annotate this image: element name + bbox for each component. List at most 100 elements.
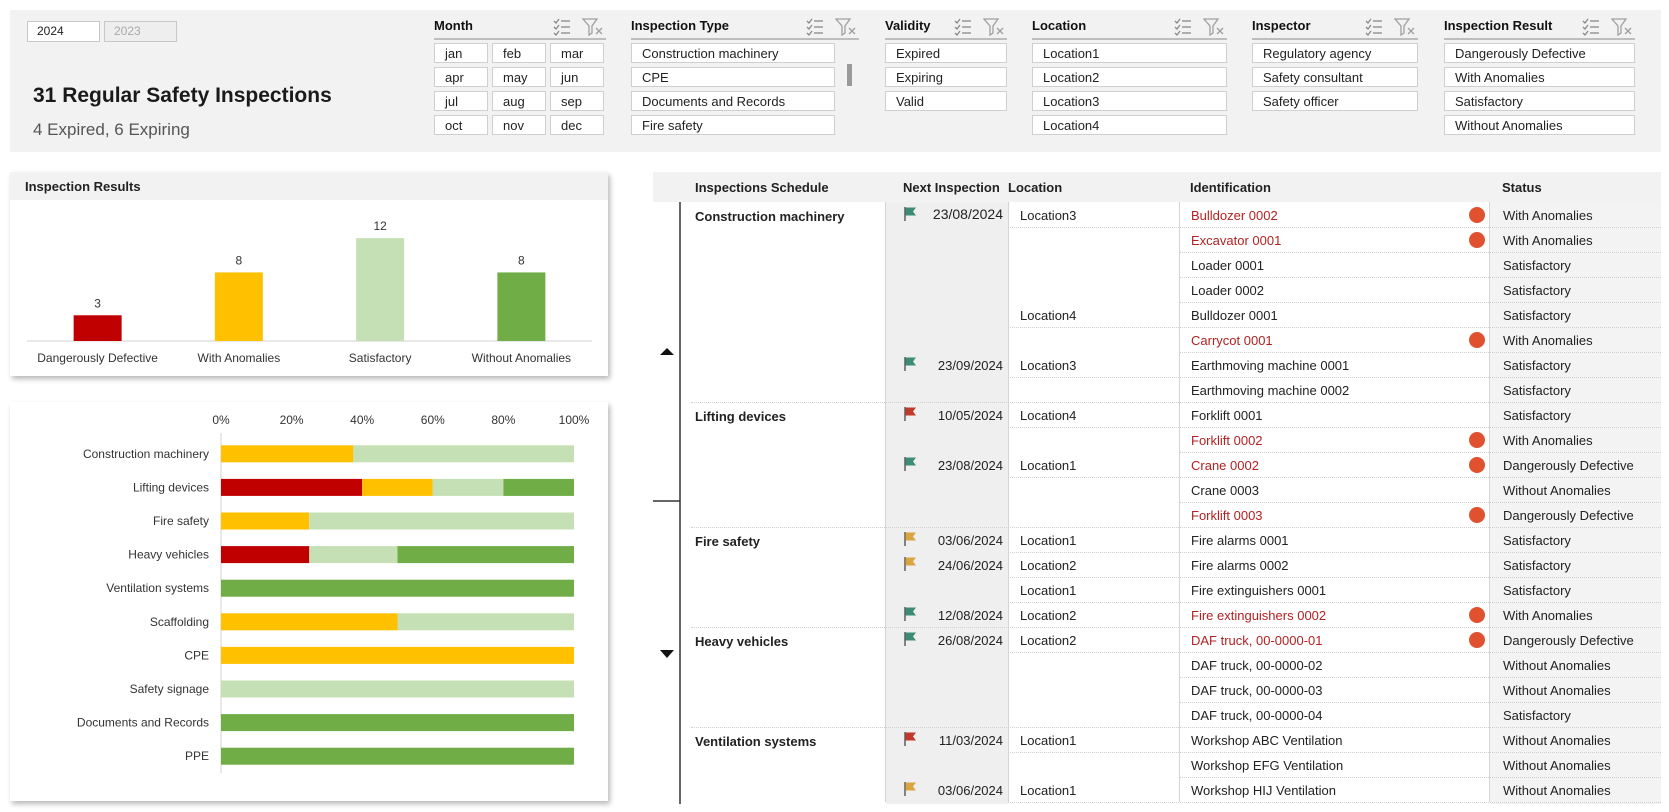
slicer-item[interactable]: jul — [434, 91, 488, 111]
identification-cell: Workshop EFG Ventilation — [1191, 758, 1344, 773]
clear-filter-icon[interactable] — [1393, 17, 1415, 37]
slicer-title: Location — [1032, 18, 1087, 33]
table-row[interactable]: Forklift 0003 Dangerously Defective — [885, 502, 1661, 527]
table-row[interactable]: Loader 0001 Satisfactory — [885, 252, 1661, 277]
identification-cell: Fire extinguishers 0002 — [1191, 608, 1327, 623]
slicer-item[interactable]: aug — [492, 91, 546, 111]
slicer-item[interactable]: Safety officer — [1252, 91, 1418, 111]
multi-select-icon[interactable] — [805, 17, 825, 37]
slicer-item[interactable]: feb — [492, 43, 546, 63]
results-panel-title: Inspection Results — [25, 179, 141, 194]
header-next-inspection: Next Inspection — [903, 180, 1000, 195]
table-row[interactable]: Location1 Fire extinguishers 0001 Satisfac… — [885, 577, 1661, 602]
slicer-item[interactable]: Safety consultant — [1252, 67, 1418, 87]
table-row[interactable]: Earthmoving machine 0002 Satisfactory — [885, 377, 1661, 402]
x-tick-label: 80% — [491, 413, 515, 427]
identification-cell: Bulldozer 0001 — [1191, 308, 1278, 323]
flag-icon — [903, 731, 917, 750]
slicer-scrollbar[interactable] — [847, 64, 852, 86]
table-row[interactable]: Excavator 0001 With Anomalies — [885, 227, 1661, 252]
kpi-subtitle: 4 Expired, 6 Expiring — [33, 120, 190, 139]
slicer-item[interactable]: CPE — [631, 67, 835, 87]
flag-icon — [903, 606, 917, 625]
multi-select-icon[interactable] — [953, 17, 973, 37]
stacked-segment — [221, 714, 574, 732]
status-cell: With Anomalies — [1503, 433, 1593, 448]
slicer-item[interactable]: Location1 — [1032, 43, 1227, 63]
slicer-item[interactable]: jan — [434, 43, 488, 63]
table-scroll-control[interactable] — [653, 202, 681, 804]
multi-select-icon[interactable] — [552, 17, 572, 37]
table-row[interactable]: 23/09/2024 Location3 Earthmoving machine 0… — [885, 352, 1661, 377]
multi-select-icon[interactable] — [1581, 17, 1601, 37]
alert-dot-icon — [1469, 607, 1485, 623]
table-row[interactable]: DAF truck, 00-0000-02 Without Anomalies — [885, 652, 1661, 677]
table-row[interactable]: 24/06/2024 Location2 Fire alarms 0002 Satis… — [885, 552, 1661, 577]
slicer-item[interactable]: jun — [550, 67, 604, 87]
table-row[interactable]: 23/08/2024 Location3 Bulldozer 0002 With An… — [885, 202, 1661, 227]
multi-select-icon[interactable] — [1173, 17, 1193, 37]
year-2024-button[interactable]: 2024 — [27, 21, 100, 42]
slicer-item[interactable]: Expiring — [885, 67, 1007, 87]
slicer-item[interactable]: mar — [550, 43, 604, 63]
slicer-title: Inspection Type — [631, 18, 729, 33]
table-row[interactable]: DAF truck, 00-0000-03 Without Anomalies — [885, 677, 1661, 702]
table-row[interactable]: 11/03/2024 Location1 Workshop ABC Ventilat… — [885, 727, 1661, 752]
identification-cell: Earthmoving machine 0002 — [1191, 383, 1350, 398]
table-row[interactable]: Location4 Bulldozer 0001 Satisfactory — [885, 302, 1661, 327]
slicer-item[interactable]: Location4 — [1032, 115, 1227, 135]
slicer-item[interactable]: Valid — [885, 91, 1007, 111]
stacked-segment — [362, 478, 433, 496]
slicer-item[interactable]: Expired — [885, 43, 1007, 63]
stacked-segment — [432, 478, 504, 496]
year-2023-button[interactable]: 2023 — [104, 21, 177, 42]
header-identification: Identification — [1190, 180, 1271, 195]
slicer-item[interactable]: Satisfactory — [1444, 91, 1635, 111]
slicer-item[interactable]: Documents and Records — [631, 91, 835, 111]
inspection-results-bar-chart: 3 Dangerously Defective 8 With Anomalies 12 S… — [27, 219, 592, 365]
slicer-item[interactable]: Construction machinery — [631, 43, 835, 63]
slicer-item[interactable]: dec — [550, 115, 604, 135]
table-row[interactable]: DAF truck, 00-0000-04 Satisfactory — [885, 702, 1661, 727]
table-row[interactable]: 03/06/2024 Location1 Fire alarms 0001 Satis… — [885, 527, 1661, 552]
table-row[interactable]: 12/08/2024 Location2 Fire extinguishers 00… — [885, 602, 1661, 627]
clear-filter-icon[interactable] — [581, 17, 603, 37]
slicer-item[interactable]: nov — [492, 115, 546, 135]
clear-filter-icon[interactable] — [1610, 17, 1632, 37]
slicer-title: Validity — [885, 18, 931, 33]
clear-filter-icon[interactable] — [1202, 17, 1224, 37]
slicer-item[interactable]: oct — [434, 115, 488, 135]
slicer-item[interactable]: Location2 — [1032, 67, 1227, 87]
table-row[interactable]: 10/05/2024 Location4 Forklift 0001 Satisfac… — [885, 402, 1661, 427]
multi-select-icon[interactable] — [1364, 17, 1384, 37]
clear-filter-icon[interactable] — [834, 17, 856, 37]
x-tick-label: 40% — [350, 413, 374, 427]
slicer-item[interactable]: Location3 — [1032, 91, 1227, 111]
table-row[interactable]: Carrycot 0001 With Anomalies — [885, 327, 1661, 352]
scroll-down-arrow-icon[interactable] — [660, 650, 674, 658]
table-row[interactable]: 26/08/2024 Location2 DAF truck, 00-0000-01… — [885, 627, 1661, 652]
flag-icon — [903, 556, 917, 575]
slicer-item[interactable]: apr — [434, 67, 488, 87]
bar-value-label: 8 — [236, 253, 243, 267]
bar-value-label: 3 — [94, 296, 101, 310]
slicer-item[interactable]: Dangerously Defective — [1444, 43, 1635, 63]
table-row[interactable]: Crane 0003 Without Anomalies — [885, 477, 1661, 502]
table-row[interactable]: Workshop EFG Ventilation Without Anomalie… — [885, 752, 1661, 777]
slicer-item[interactable]: Regulatory agency — [1252, 43, 1418, 63]
slicer-item[interactable]: sep — [550, 91, 604, 111]
table-row[interactable]: Loader 0002 Satisfactory — [885, 277, 1661, 302]
identification-cell: Fire extinguishers 0001 — [1191, 583, 1327, 598]
slicer-item[interactable]: With Anomalies — [1444, 67, 1635, 87]
table-row[interactable]: 03/06/2024 Location1 Workshop HIJ Ventilat… — [885, 777, 1661, 802]
identification-cell: Forklift 0001 — [1191, 408, 1263, 423]
scroll-up-arrow-icon[interactable] — [660, 348, 674, 355]
clear-filter-icon[interactable] — [982, 17, 1004, 37]
table-row[interactable]: 23/08/2024 Location1 Crane 0002 Dangerously… — [885, 452, 1661, 477]
table-header: Inspections Schedule Next Inspection Loc… — [653, 172, 1661, 202]
slicer-item[interactable]: Without Anomalies — [1444, 115, 1635, 135]
table-row[interactable]: Forklift 0002 With Anomalies — [885, 427, 1661, 452]
slicer-item[interactable]: may — [492, 67, 546, 87]
slicer-item[interactable]: Fire safety — [631, 115, 835, 135]
location-cell: Location3 — [1020, 208, 1077, 223]
